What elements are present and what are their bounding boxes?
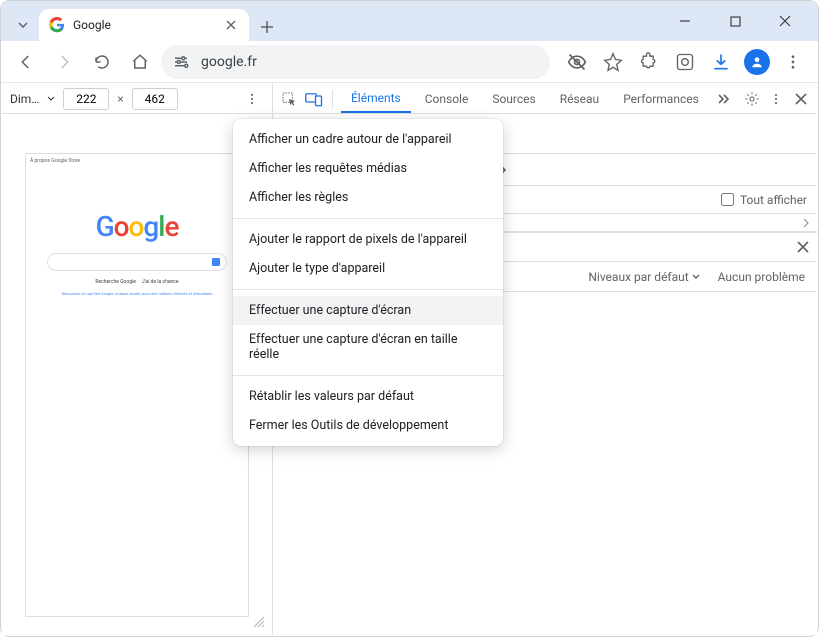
chevron-down-icon: [17, 19, 29, 31]
kebab-icon: [784, 53, 802, 71]
devtools-settings-button[interactable]: [741, 87, 762, 111]
incognito-indicator[interactable]: [560, 45, 594, 79]
menu-item-show-rulers[interactable]: Afficher les règles: [233, 183, 503, 212]
arrow-right-icon: [55, 53, 73, 71]
puzzle-icon: [639, 52, 659, 72]
lens-button[interactable]: [668, 45, 702, 79]
log-levels-dropdown[interactable]: Niveaux par défaut: [588, 270, 699, 284]
minimize-icon: [679, 15, 691, 27]
home-button[interactable]: [123, 45, 157, 79]
tabs-overflow-button[interactable]: [713, 87, 734, 111]
viewport-resize-handle[interactable]: [252, 615, 266, 629]
close-icon: [797, 241, 809, 253]
profile-button[interactable]: [740, 45, 774, 79]
device-emulation-pane: Dim… × À propos Google Store: [2, 84, 272, 635]
close-icon: [779, 15, 791, 27]
menu-item-capture-screenshot[interactable]: Effectuer une capture d'écran: [233, 296, 503, 325]
window-close-button[interactable]: [768, 7, 802, 35]
chevron-double-right-icon: [716, 92, 730, 106]
tab-network[interactable]: Réseau: [550, 84, 609, 113]
tab-elements[interactable]: Éléments: [341, 84, 411, 113]
device-options-menu: Afficher un cadre autour de l'appareil A…: [233, 119, 503, 446]
mini-btn-search: Recherche Google: [95, 279, 135, 285]
inspect-element-button[interactable]: [279, 87, 300, 111]
browser-toolbar: google.fr: [1, 41, 818, 83]
mini-search-box: [47, 253, 227, 271]
menu-item-show-device-frame[interactable]: Afficher un cadre autour de l'appareil: [233, 125, 503, 154]
site-info-button[interactable]: [171, 52, 191, 72]
inspect-icon: [281, 91, 297, 107]
menu-item-close-devtools[interactable]: Fermer les Outils de développement: [233, 411, 503, 440]
device-dimensions-dropdown[interactable]: Dim…: [10, 92, 39, 106]
issues-status[interactable]: Aucun problème: [718, 270, 805, 284]
tab-sources[interactable]: Sources: [482, 84, 545, 113]
toggle-device-button[interactable]: [304, 87, 325, 111]
show-all-label: Tout afficher: [740, 193, 807, 207]
tab-console[interactable]: Console: [415, 84, 479, 113]
device-toolbar: Dim… ×: [2, 84, 272, 114]
download-icon: [711, 52, 731, 72]
close-icon: [795, 93, 807, 105]
devtools-menu-button[interactable]: [766, 87, 787, 111]
browser-tab[interactable]: Google: [39, 9, 249, 41]
address-bar[interactable]: google.fr: [161, 45, 550, 79]
menu-item-reset-defaults[interactable]: Rétablir les valeurs par défaut: [233, 382, 503, 411]
plus-icon: [260, 20, 274, 34]
eye-off-icon: [567, 52, 587, 72]
tune-icon: [172, 53, 190, 71]
device-height-input[interactable]: [132, 88, 178, 110]
device-toolbar-menu-button[interactable]: [240, 87, 264, 111]
google-logo: Google: [96, 210, 179, 243]
gear-icon: [744, 91, 760, 107]
caret-down-icon: [47, 95, 55, 103]
dimension-separator: ×: [117, 92, 123, 106]
mini-top-left: À propos Google Store: [30, 158, 80, 164]
home-icon: [131, 53, 149, 71]
back-button[interactable]: [9, 45, 43, 79]
devtools-main-tabs: Éléments Console Sources Réseau Performa…: [273, 84, 817, 114]
mini-footer-text: Découvrez ce que fait Google, chaque ann…: [62, 291, 213, 297]
bookmark-button[interactable]: [596, 45, 630, 79]
show-all-checkbox[interactable]: [721, 193, 734, 206]
drawer-close-button[interactable]: [797, 241, 809, 253]
device-icon: [305, 91, 323, 107]
device-width-input[interactable]: [63, 88, 109, 110]
google-favicon-icon: [49, 17, 65, 33]
emulated-screen[interactable]: À propos Google Store Google Recherche G…: [26, 154, 248, 616]
forward-button[interactable]: [47, 45, 81, 79]
tab-strip: Google: [1, 1, 818, 41]
reload-icon: [93, 53, 111, 71]
menu-item-capture-full-screenshot[interactable]: Effectuer une capture d'écran en taille …: [233, 325, 503, 369]
menu-item-add-dpr[interactable]: Ajouter le rapport de pixels de l'appare…: [233, 225, 503, 254]
tab-search-button[interactable]: [7, 9, 39, 41]
chrome-menu-button[interactable]: [776, 45, 810, 79]
url-text: google.fr: [201, 54, 257, 70]
new-tab-button[interactable]: [253, 13, 281, 41]
caret-down-icon: [692, 273, 700, 281]
tab-title: Google: [73, 18, 111, 32]
mini-btn-lucky: J'ai de la chance: [142, 279, 179, 285]
extensions-button[interactable]: [632, 45, 666, 79]
avatar-icon: [744, 49, 770, 75]
device-viewport: À propos Google Store Google Recherche G…: [2, 114, 272, 635]
tab-performance[interactable]: Performances: [613, 84, 709, 113]
kebab-icon: [245, 92, 259, 106]
star-icon: [603, 52, 623, 72]
close-icon: [226, 20, 236, 30]
lens-icon: [675, 52, 695, 72]
window-maximize-button[interactable]: [718, 7, 752, 35]
menu-item-add-device-type[interactable]: Ajouter le type d'appareil: [233, 254, 503, 283]
window-minimize-button[interactable]: [668, 7, 702, 35]
devtools-close-button[interactable]: [790, 87, 811, 111]
kebab-icon: [769, 92, 783, 106]
resize-grip-icon: [252, 615, 266, 629]
downloads-button[interactable]: [704, 45, 738, 79]
menu-item-show-media-queries[interactable]: Afficher les requêtes médias: [233, 154, 503, 183]
caret-right-icon: [801, 218, 811, 228]
reload-button[interactable]: [85, 45, 119, 79]
maximize-icon: [730, 16, 741, 27]
tab-close-button[interactable]: [223, 17, 239, 33]
arrow-left-icon: [17, 53, 35, 71]
